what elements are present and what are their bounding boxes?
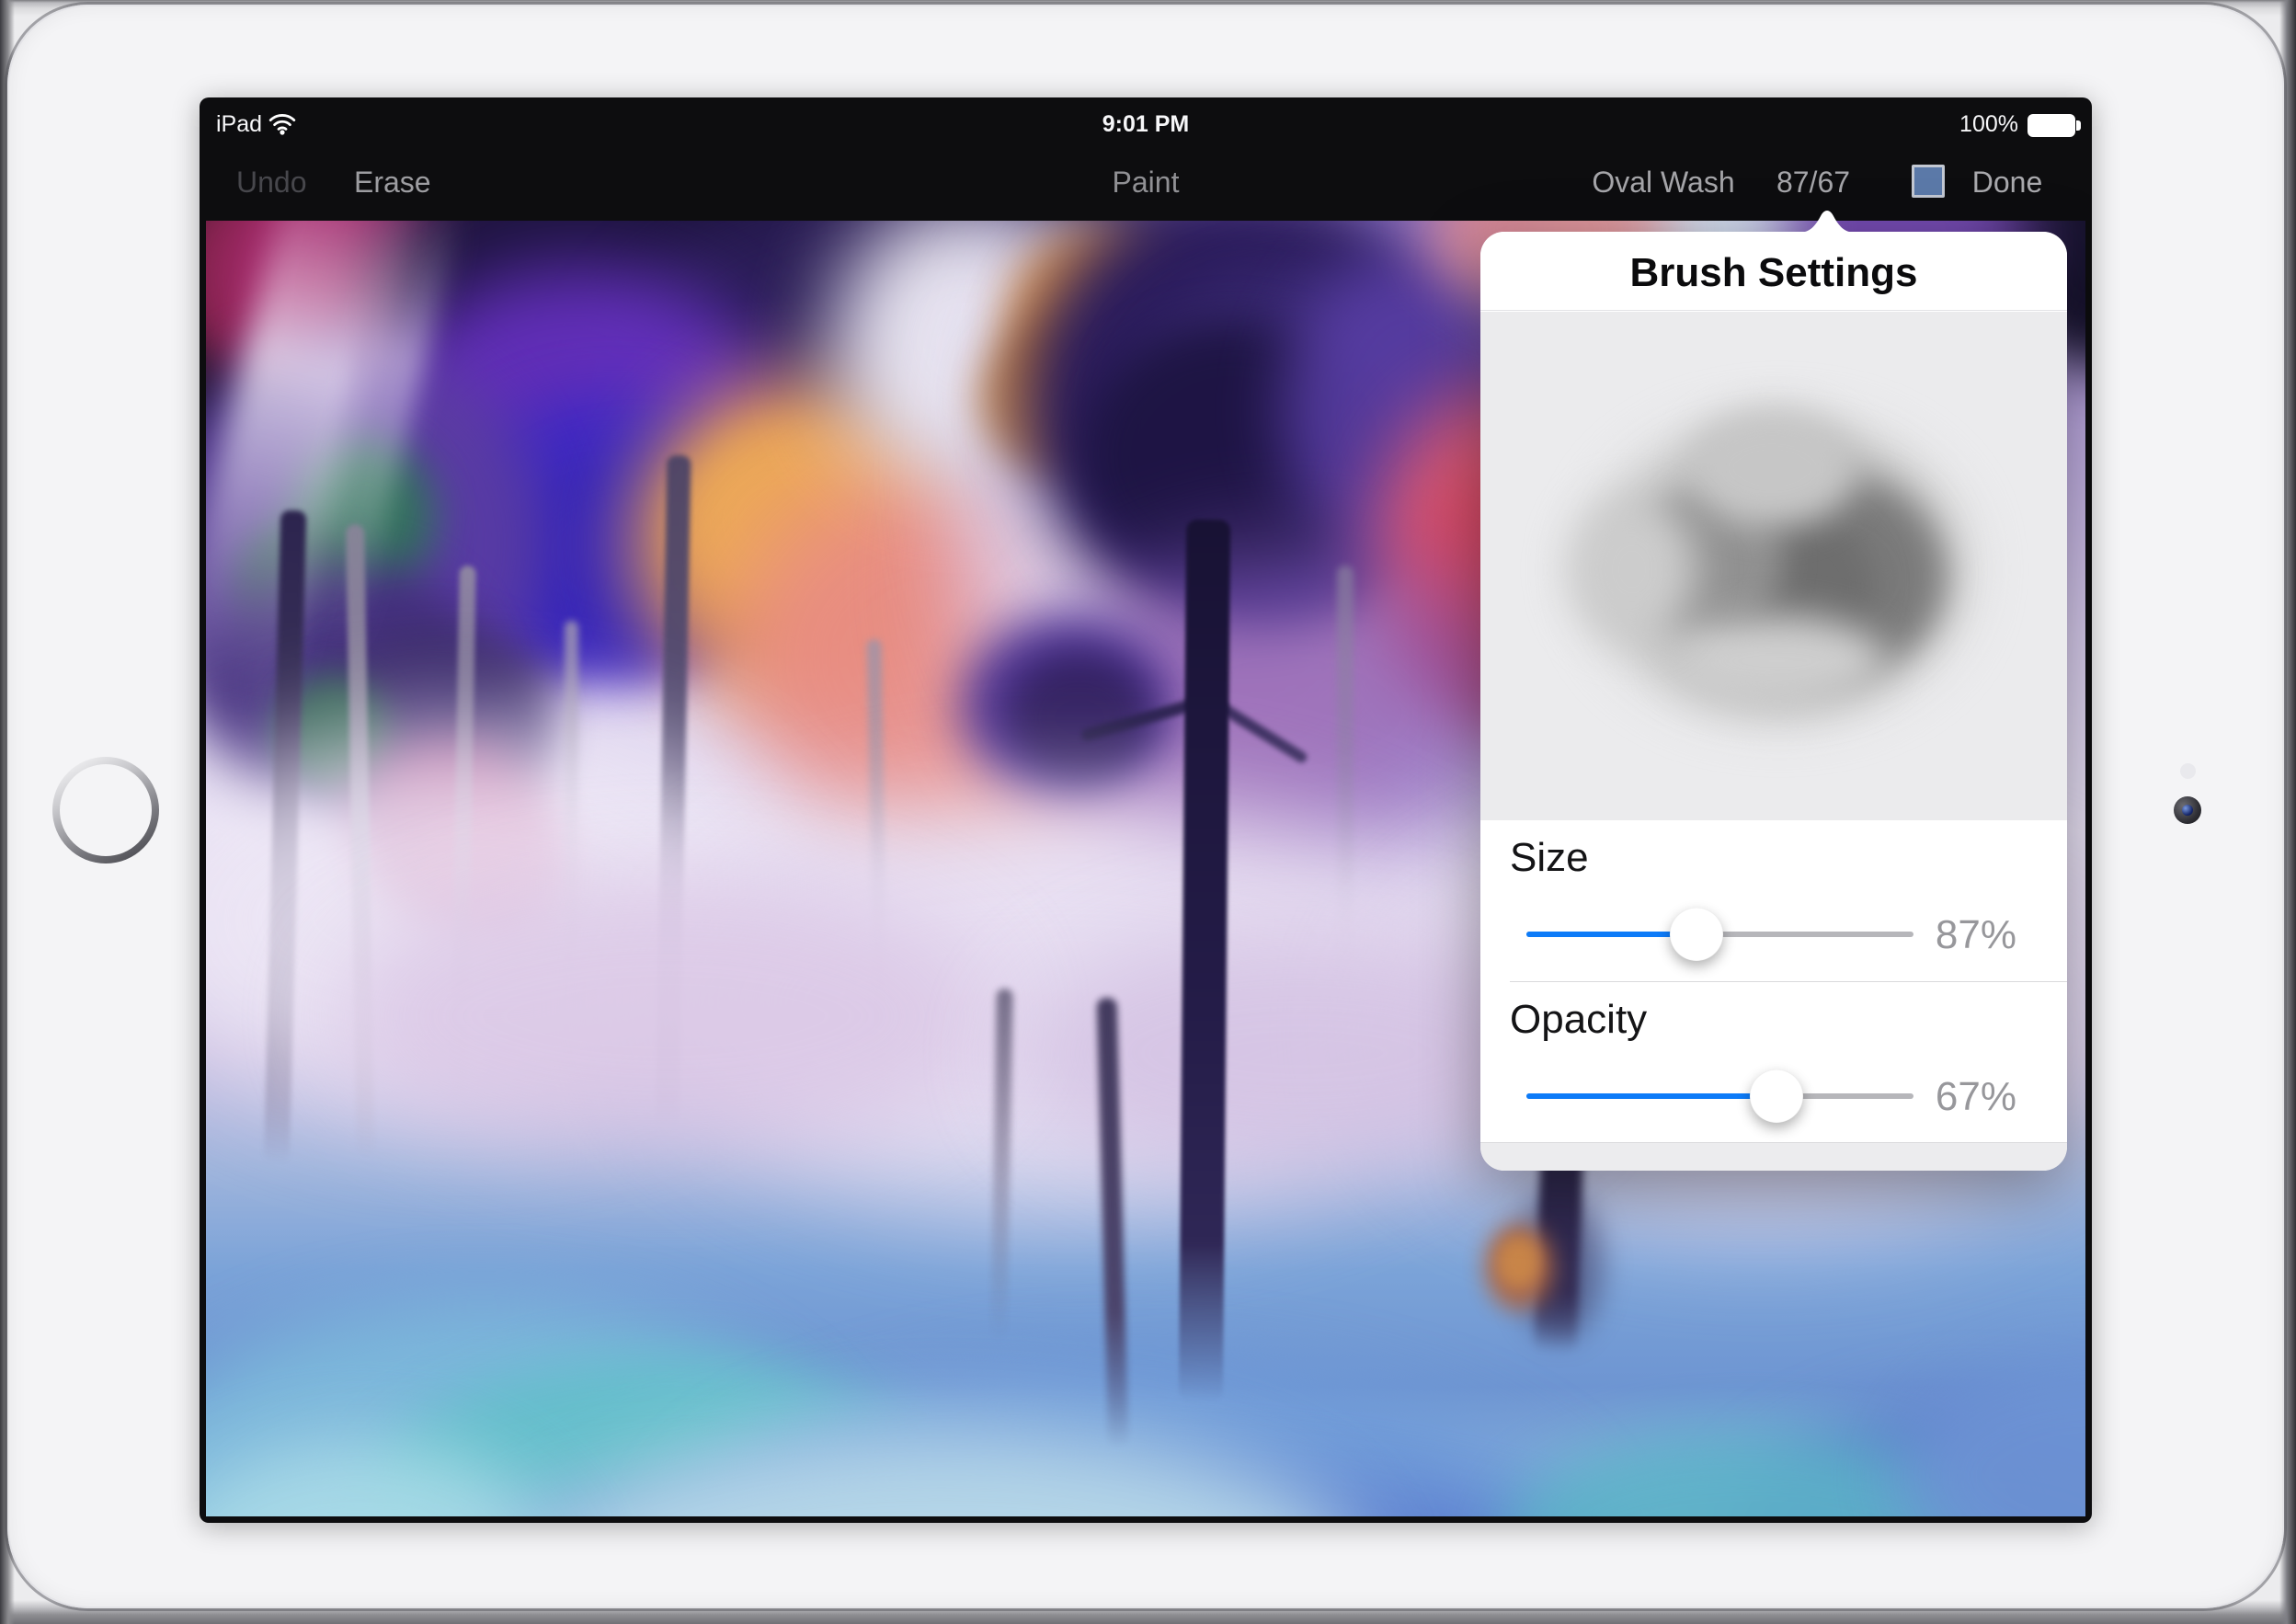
watercolor-blob xyxy=(1179,520,1230,1402)
watercolor-blob xyxy=(1669,615,1885,707)
opacity-label: Opacity xyxy=(1510,997,1647,1043)
front-camera xyxy=(2174,796,2201,824)
watercolor-blob xyxy=(1568,496,1696,643)
watercolor-blob xyxy=(335,874,997,1159)
size-slider-knob[interactable] xyxy=(1670,908,1723,961)
opacity-slider-fill xyxy=(1526,1093,1776,1099)
camera-lens-icon xyxy=(2182,805,2193,816)
opacity-slider-knob[interactable] xyxy=(1750,1069,1803,1123)
brush-settings-popover: Brush Settings Size 87% Opacity 67% xyxy=(1480,232,2067,1171)
ipad-device: iPad 9:01 PM 100% Undo Erase Paint Oval … xyxy=(0,0,2296,1624)
battery-percent: 100% xyxy=(1959,111,2018,137)
color-swatch-button[interactable] xyxy=(1912,165,1945,198)
watercolor-blob xyxy=(1687,408,1857,528)
opacity-value: 67% xyxy=(1851,1074,2016,1120)
light-sensor xyxy=(2180,763,2196,779)
size-value: 87% xyxy=(1851,912,2016,958)
opacity-row: Opacity 67% xyxy=(1480,982,2067,1143)
home-button-inner xyxy=(60,764,152,856)
brush-size-opacity-button[interactable]: 87/67 xyxy=(1776,164,1850,200)
watercolor-blob xyxy=(1498,1237,1539,1287)
popover-title: Brush Settings xyxy=(1480,232,2067,311)
brush-name-button[interactable]: Oval Wash xyxy=(1592,164,1734,200)
popover-arrow-icon xyxy=(1798,206,1856,233)
screen: iPad 9:01 PM 100% Undo Erase Paint Oval … xyxy=(200,97,2092,1523)
size-label: Size xyxy=(1510,835,1589,881)
brush-stroke-preview xyxy=(1480,312,2067,820)
popover-header: Brush Settings xyxy=(1480,232,2067,311)
battery-icon xyxy=(2028,114,2075,137)
clock: 9:01 PM xyxy=(200,111,2092,137)
watercolor-blob xyxy=(1898,1352,2085,1516)
popover-footer xyxy=(1480,1142,2067,1171)
home-button[interactable] xyxy=(52,757,159,863)
size-row: Size 87% xyxy=(1480,820,2067,981)
done-button[interactable]: Done xyxy=(1972,164,2043,200)
